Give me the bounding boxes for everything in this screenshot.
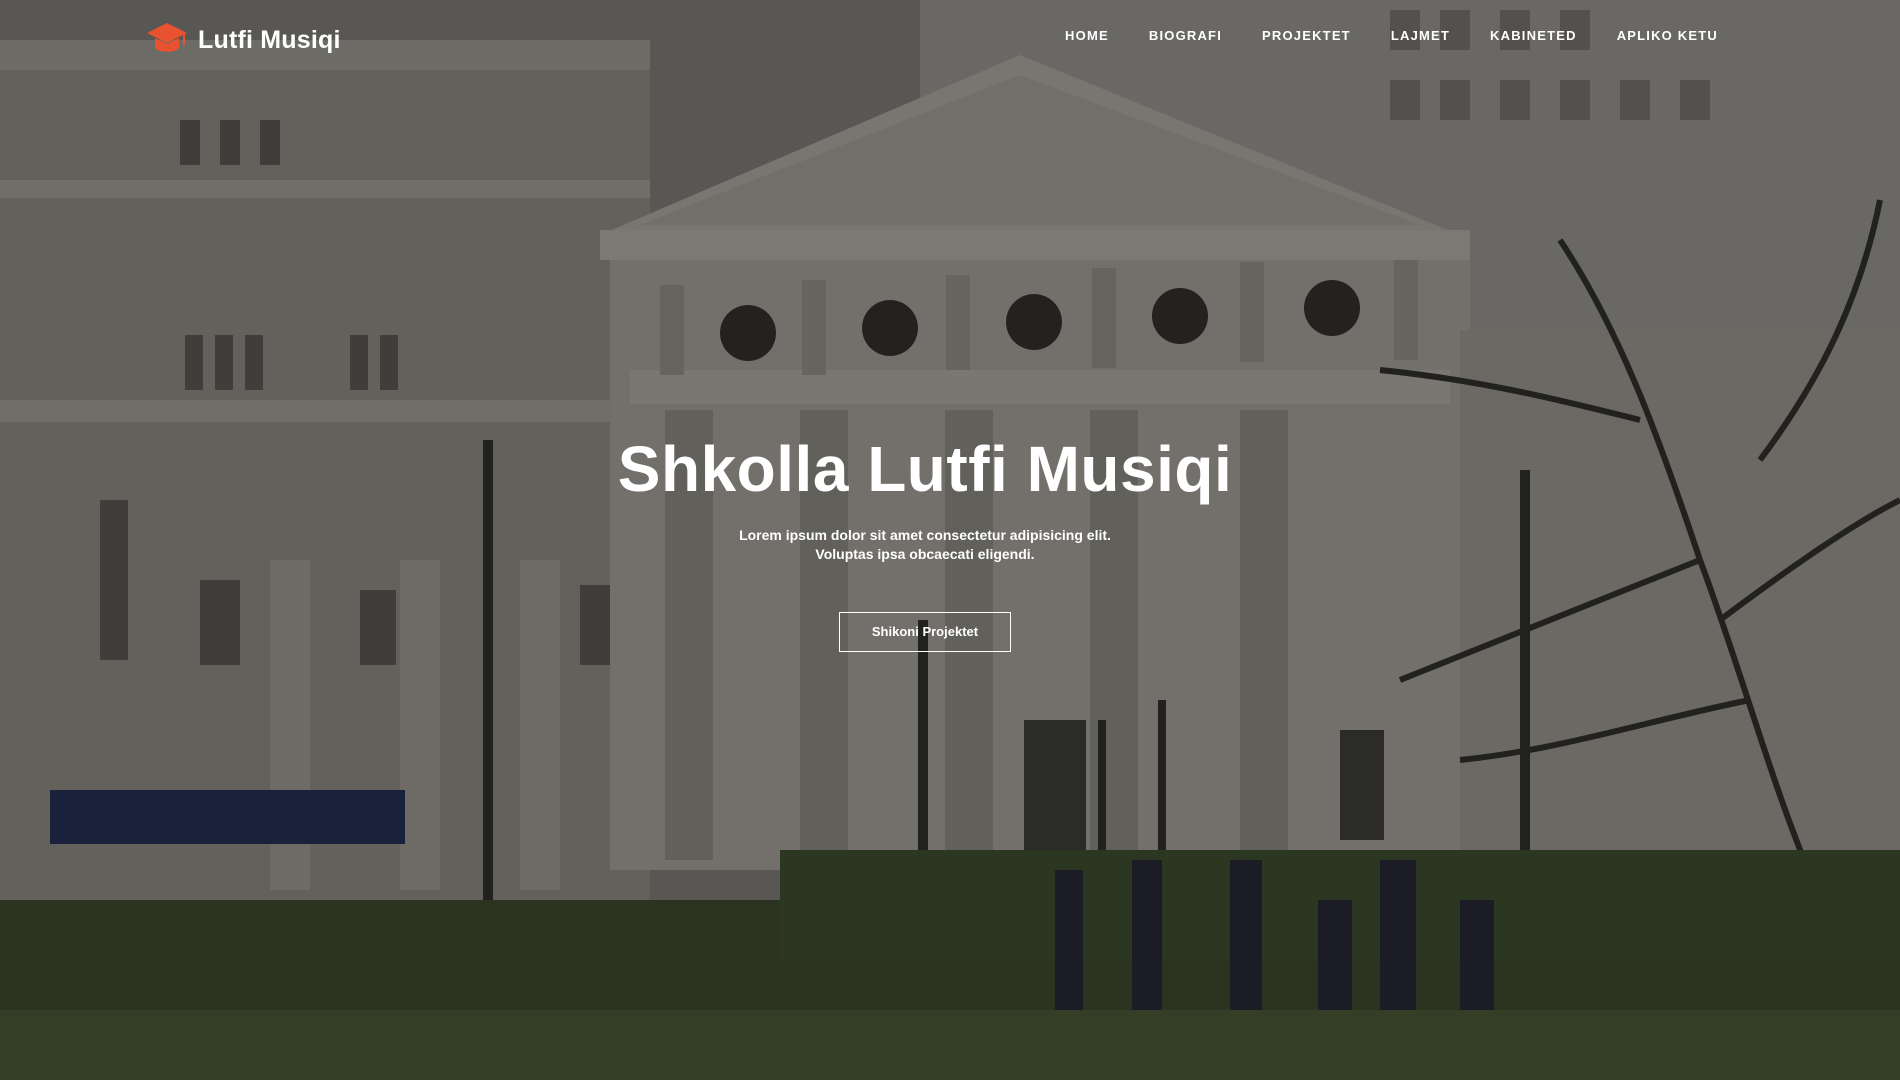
nav-item-projektet[interactable]: PROJEKTET bbox=[1262, 28, 1351, 43]
graduation-cap-icon bbox=[147, 23, 187, 52]
main-navigation: HOME BIOGRAFI PROJEKTET LAJMET KABINETED… bbox=[1025, 28, 1718, 43]
hero-subtitle: Lorem ipsum dolor sit amet consectetur a… bbox=[0, 526, 1900, 564]
nav-item-kabineted[interactable]: KABINETED bbox=[1490, 28, 1577, 43]
nav-item-home[interactable]: HOME bbox=[1065, 28, 1109, 43]
brand-logo-link[interactable]: Lutfi Musiqi bbox=[146, 20, 341, 60]
hero-title: Shkolla Lutfi Musiqi bbox=[617, 433, 1233, 505]
top-navbar: Lutfi Musiqi HOME BIOGRAFI PROJEKTET LAJ… bbox=[0, 0, 1900, 80]
nav-item-apliko-ketu[interactable]: APLIKO KETU bbox=[1617, 28, 1718, 43]
nav-item-biografi[interactable]: BIOGRAFI bbox=[1149, 28, 1222, 43]
nav-item-lajmet[interactable]: LAJMET bbox=[1391, 28, 1450, 43]
hero-subtitle-line-2: Voluptas ipsa obcaecati eligendi. bbox=[815, 546, 1035, 562]
view-projects-button[interactable]: Shikoni Projektet bbox=[839, 612, 1011, 652]
brand-name: Lutfi Musiqi bbox=[198, 25, 341, 54]
hero-content: Shkolla Lutfi Musiqi Lorem ipsum dolor s… bbox=[0, 432, 1900, 652]
hero-section: Lutfi Musiqi HOME BIOGRAFI PROJEKTET LAJ… bbox=[0, 0, 1900, 1080]
hero-subtitle-line-1: Lorem ipsum dolor sit amet consectetur a… bbox=[739, 527, 1111, 543]
